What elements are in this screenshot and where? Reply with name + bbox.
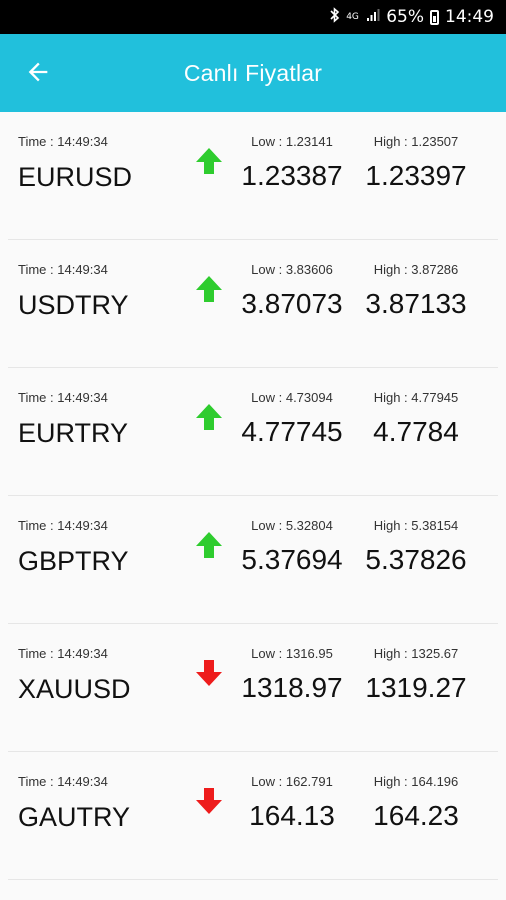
rate-symbol: GBPTRY	[18, 546, 129, 576]
page-title: Canlı Fiyatlar	[183, 59, 323, 86]
low-label: Low : 162.791	[251, 774, 333, 789]
rate-time: Time : 14:49:34	[18, 774, 108, 789]
rate-time: Time : 14:49:34	[18, 518, 108, 533]
bid-value: 4.77745	[241, 416, 343, 447]
signal-icon	[366, 7, 380, 27]
ask-value: 5.37826	[365, 544, 467, 575]
ask-value: 164.23	[373, 800, 459, 831]
rate-row[interactable]: Time : 14:49:34 GBPTRY Low : 5.32804 High :…	[8, 496, 498, 624]
bid-value: 164.13	[249, 800, 335, 831]
rate-symbol: GAUTRY	[18, 802, 131, 832]
network-type: 4G	[346, 11, 359, 22]
arrow-up-icon	[196, 148, 222, 174]
bid-value: 3.87073	[241, 288, 343, 319]
back-button[interactable]	[22, 56, 54, 88]
high-label: High : 164.196	[373, 774, 459, 789]
rate-row[interactable]: Time : 14:49:34 EURTRY Low : 4.73094 High :…	[8, 368, 498, 496]
rate-list: Time : 14:49:34 EURUSD Low : 1.23141 High :…	[0, 112, 506, 880]
rate-row[interactable]: Time : 14:49:34 XAUUSD Low : 1316.95 High :…	[8, 624, 498, 752]
rate-row[interactable]: Time : 14:49:34 USDTRY Low : 3.83606 High :…	[8, 240, 498, 368]
bid-value: 1318.97	[241, 672, 343, 703]
app-bar: Canlı Fiyatlar	[0, 34, 506, 112]
ask-value: 4.7784	[373, 416, 459, 447]
rate-symbol: EURTRY	[18, 418, 129, 448]
ask-value: 1.23397	[365, 160, 467, 191]
high-label: High : 1325.67	[373, 646, 459, 661]
battery-icon	[430, 9, 439, 25]
high-label: High : 1.23507	[373, 134, 459, 149]
clock: 14:49	[445, 7, 494, 27]
high-label: High : 4.77945	[373, 390, 459, 405]
rate-time: Time : 14:49:34	[18, 262, 108, 277]
bluetooth-icon	[330, 7, 340, 27]
bid-value: 1.23387	[241, 160, 343, 191]
rate-time: Time : 14:49:34	[18, 134, 108, 149]
rate-symbol: XAUUSD	[18, 674, 131, 704]
arrow-up-icon	[196, 404, 222, 430]
arrow-left-icon	[28, 62, 48, 82]
arrow-up-icon	[196, 276, 222, 302]
arrow-up-icon	[196, 532, 222, 558]
high-label: High : 5.38154	[373, 518, 459, 533]
ask-value: 3.87133	[365, 288, 467, 319]
ask-value: 1319.27	[365, 672, 467, 703]
rate-row[interactable]: Time : 14:49:34 EURUSD Low : 1.23141 High :…	[8, 112, 498, 240]
battery-percent: 65%	[386, 7, 424, 27]
low-label: Low : 1.23141	[251, 134, 333, 149]
rate-symbol: USDTRY	[18, 290, 129, 320]
low-label: Low : 5.32804	[251, 518, 333, 533]
status-bar: 4G 65% 14:49	[0, 0, 506, 34]
low-label: Low : 3.83606	[251, 262, 333, 277]
rate-time: Time : 14:49:34	[18, 646, 108, 661]
rate-time: Time : 14:49:34	[18, 390, 108, 405]
bid-value: 5.37694	[241, 544, 343, 575]
rate-symbol: EURUSD	[18, 162, 133, 192]
arrow-down-icon	[196, 660, 222, 686]
high-label: High : 3.87286	[373, 262, 459, 277]
rate-row[interactable]: Time : 14:49:34 GAUTRY Low : 162.791 High :…	[8, 752, 498, 880]
arrow-down-icon	[196, 788, 222, 814]
low-label: Low : 4.73094	[251, 390, 333, 405]
low-label: Low : 1316.95	[251, 646, 333, 661]
